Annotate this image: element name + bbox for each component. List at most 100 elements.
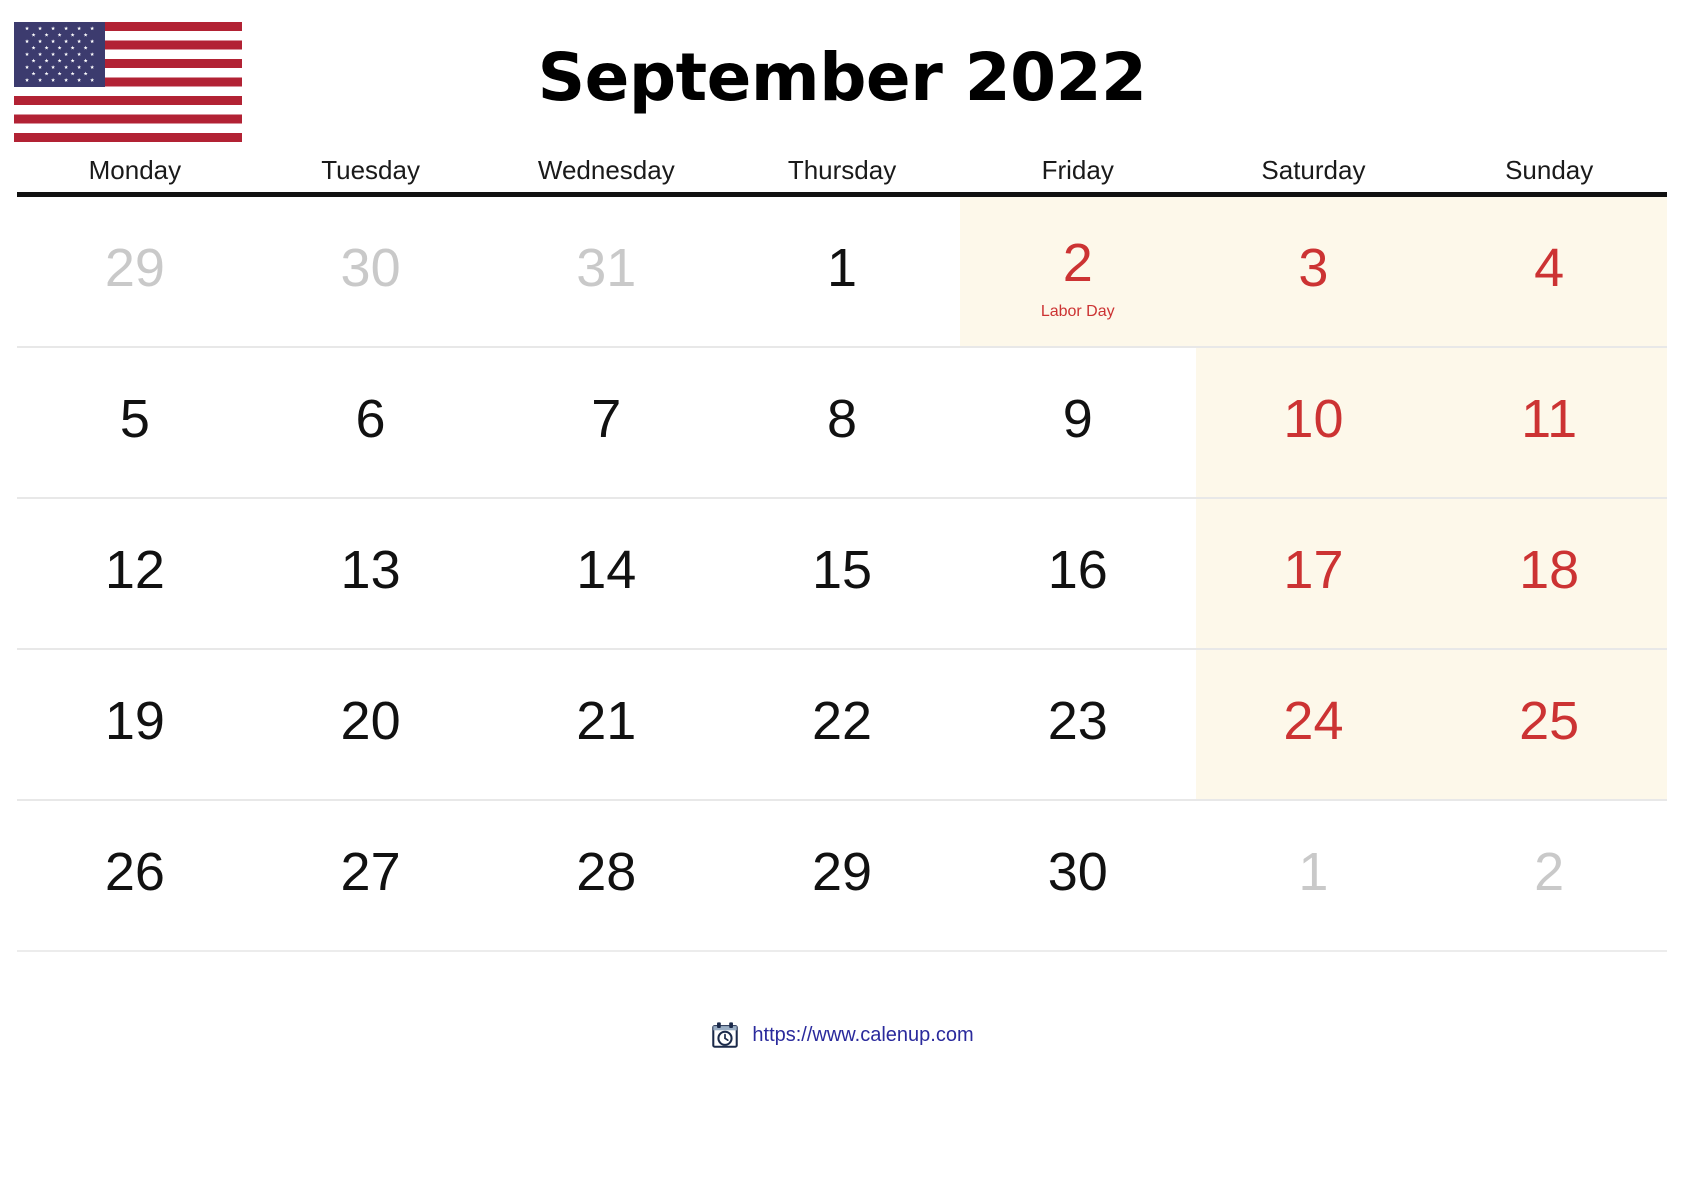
day-cell-content: 2: [1534, 845, 1564, 899]
calendar-day-cell[interactable]: 23: [960, 650, 1196, 799]
calendar-week-row: 5 6 7 8 9 10 11: [17, 348, 1668, 499]
day-number: 7: [591, 388, 622, 449]
day-number: 2: [1062, 232, 1093, 293]
day-number: 17: [1283, 539, 1344, 600]
calendar-day-cell[interactable]: 13: [253, 499, 489, 648]
calendar-day-cell[interactable]: 4: [1431, 197, 1668, 346]
day-cell-content: 24: [1283, 694, 1343, 748]
calendar-day-cell[interactable]: 3: [1195, 197, 1432, 346]
day-cell-content: 26: [105, 845, 165, 899]
calendar-day-cell[interactable]: 1: [724, 197, 960, 346]
day-number: 27: [340, 841, 401, 902]
weekday-header-thursday: Thursday: [787, 155, 897, 185]
day-cell-content: 30: [1048, 845, 1108, 899]
calendar-day-cell[interactable]: 30: [253, 197, 489, 346]
weekday-header-wednesday: Wednesday: [537, 155, 675, 185]
day-cell-content: 29: [105, 241, 165, 295]
calendar-grid: 29 30 31 1 2 Labor Day 3 4 5 6 7 8 9 10 11 12 13 14 15 16 17…: [17, 197, 1668, 952]
day-number: 5: [119, 388, 150, 449]
calendar-day-cell[interactable]: 11: [1431, 348, 1668, 497]
day-cell-content: 29: [812, 845, 872, 899]
day-number: 12: [104, 539, 165, 600]
holiday-label: Labor Day: [1040, 302, 1115, 320]
calendar-day-cell[interactable]: 9: [960, 348, 1196, 497]
day-cell-content: 17: [1283, 543, 1343, 597]
day-cell-content: 8: [827, 392, 857, 446]
calendar-day-cell[interactable]: 29: [17, 197, 253, 346]
day-cell-content: 10: [1283, 392, 1343, 446]
day-cell-content: 19: [105, 694, 165, 748]
calendar-day-cell[interactable]: 29: [724, 801, 960, 950]
day-number: 22: [811, 690, 873, 751]
calendar-day-cell[interactable]: 24: [1195, 650, 1432, 799]
day-cell-content: 25: [1519, 694, 1579, 748]
calendar-day-cell[interactable]: 1: [1196, 801, 1432, 950]
day-cell-content: 6: [356, 392, 386, 446]
calendar-header: September 2022: [0, 0, 1684, 155]
calendar-page: September 2022 Monday Tuesday Wednesday …: [0, 0, 1684, 1191]
calendar-week-row: 19 20 21 22 23 24 25: [17, 650, 1668, 801]
calendar-day-cell[interactable]: 15: [724, 499, 960, 648]
footer-url-link[interactable]: https://www.calenup.com: [752, 1024, 973, 1047]
day-cell-content: 15: [812, 543, 872, 597]
day-number: 15: [811, 539, 873, 600]
day-number: 26: [104, 841, 165, 902]
weekday-header-row: Monday Tuesday Wednesday Thursday Friday…: [17, 155, 1667, 192]
day-number: 6: [355, 388, 386, 449]
day-number: 28: [576, 841, 637, 902]
day-cell-content: 18: [1519, 543, 1579, 597]
calendar-day-cell[interactable]: 25: [1431, 650, 1668, 799]
calendar-day-cell[interactable]: 17: [1195, 499, 1432, 648]
day-cell-content: 21: [576, 694, 636, 748]
day-number: 30: [340, 237, 401, 298]
calendar-day-cell[interactable]: 26: [17, 801, 253, 950]
calendar-day-cell[interactable]: 10: [1195, 348, 1432, 497]
calendar-day-cell[interactable]: 16: [960, 499, 1196, 648]
calendar-day-cell[interactable]: 2: [1431, 801, 1667, 950]
calendar-day-cell[interactable]: 27: [253, 801, 489, 950]
day-cell-content: 7: [591, 392, 621, 446]
calendar-clock-icon: [710, 1020, 740, 1050]
day-number: 20: [340, 690, 401, 751]
day-number: 21: [576, 690, 637, 751]
calendar-day-cell[interactable]: 6: [253, 348, 489, 497]
weekday-header-sunday: Sunday: [1505, 155, 1594, 185]
calendar-day-cell[interactable]: 18: [1431, 499, 1668, 648]
day-cell-content: 9: [1063, 392, 1093, 446]
day-cell-content: 23: [1048, 694, 1108, 748]
day-cell-content: 11: [1521, 392, 1577, 446]
day-cell-content: 5: [120, 392, 150, 446]
day-cell-content: 22: [812, 694, 872, 748]
calendar-day-cell[interactable]: 21: [488, 650, 724, 799]
day-cell-content: 1: [1298, 845, 1328, 899]
day-number: 23: [1047, 690, 1108, 751]
day-number: 29: [811, 841, 873, 902]
day-number: 24: [1283, 690, 1344, 751]
calendar-day-cell[interactable]: 28: [488, 801, 724, 950]
day-cell-content: 12: [105, 543, 165, 597]
day-number: 8: [826, 388, 858, 449]
calendar-day-cell[interactable]: 12: [17, 499, 253, 648]
calendar-week-row: 26 27 28 29 30 1 2: [17, 801, 1667, 952]
day-cell-content: 30: [341, 241, 401, 295]
day-cell-content: 3: [1298, 241, 1328, 295]
calendar-day-cell[interactable]: 20: [253, 650, 489, 799]
day-number: 25: [1519, 690, 1580, 751]
calendar-day-cell[interactable]: 19: [17, 650, 253, 799]
day-cell-content: 13: [341, 543, 401, 597]
calendar-day-cell[interactable]: 31: [488, 197, 724, 346]
day-number: 19: [104, 690, 165, 751]
calendar-day-cell[interactable]: 7: [488, 348, 724, 497]
day-number: 9: [1062, 388, 1093, 449]
day-number: 1: [1298, 841, 1329, 902]
calendar-day-cell[interactable]: 8: [724, 348, 960, 497]
day-number: 31: [576, 237, 637, 298]
calendar-day-cell[interactable]: 5: [17, 348, 253, 497]
calendar-day-cell[interactable]: 30: [960, 801, 1196, 950]
calendar-day-cell[interactable]: 14: [488, 499, 724, 648]
day-number: 1: [826, 237, 858, 298]
footer: https://www.calenup.com: [0, 1020, 1684, 1050]
calendar-day-cell[interactable]: 22: [724, 650, 960, 799]
calendar-day-cell[interactable]: 2 Labor Day: [959, 197, 1196, 346]
day-number: 29: [104, 237, 165, 298]
